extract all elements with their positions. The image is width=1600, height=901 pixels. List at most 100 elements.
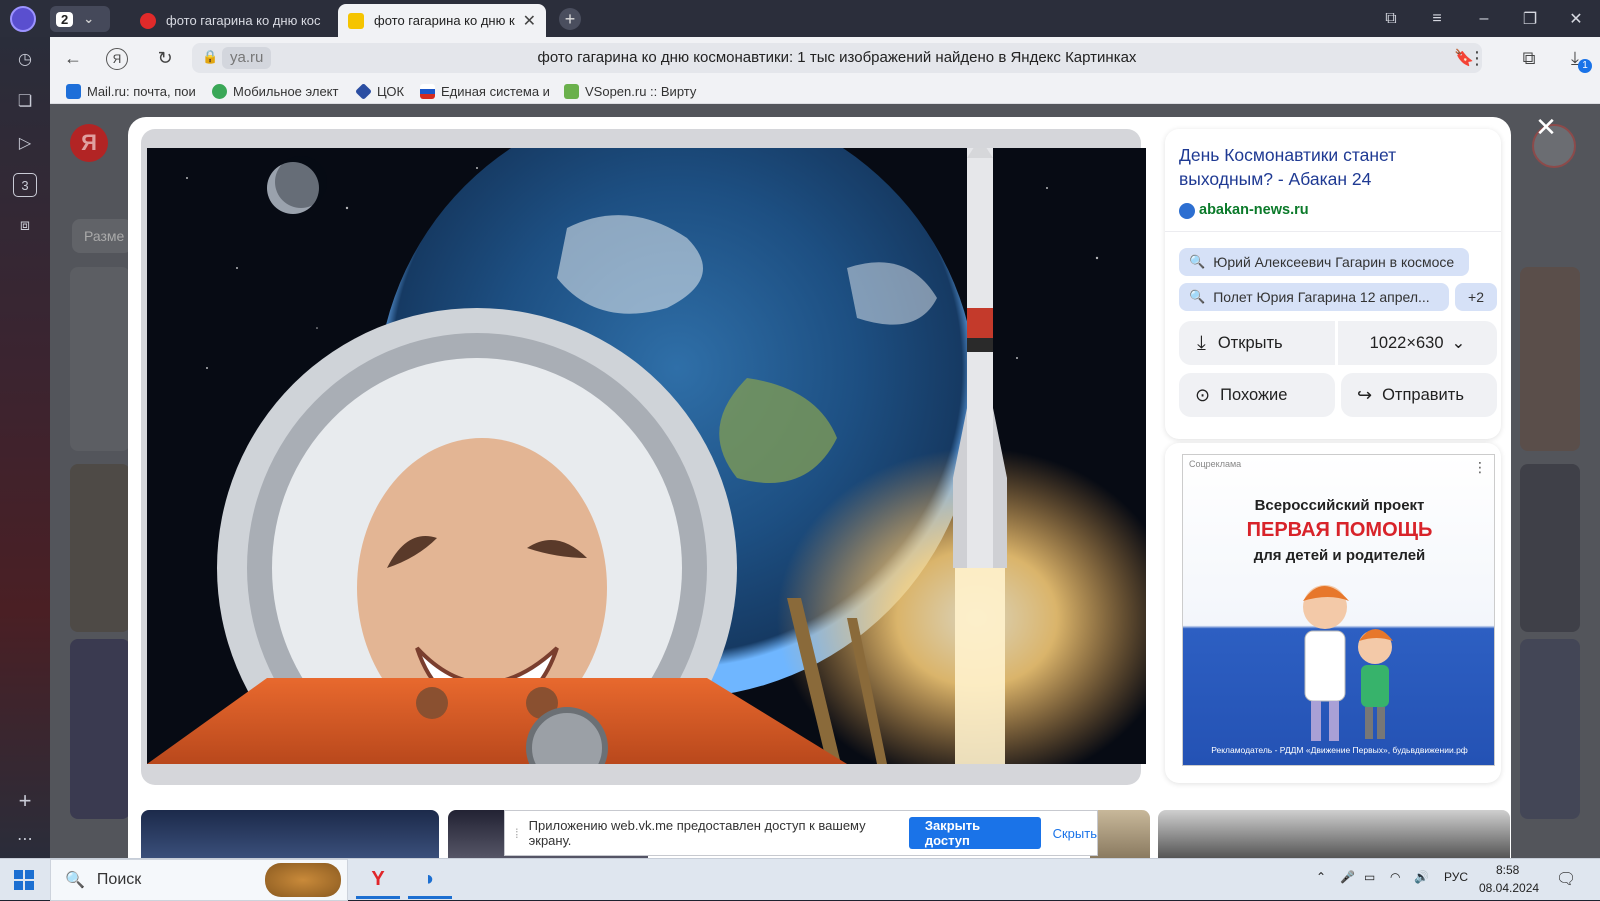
hide-notice-link[interactable]: Скрыть	[1053, 826, 1097, 841]
microphone-icon[interactable]: 🎤	[1340, 870, 1355, 884]
kebab-menu-icon[interactable]: ⋮	[1464, 46, 1490, 70]
back-icon[interactable]: ←	[60, 46, 86, 70]
yandex-tab-icon	[140, 12, 156, 29]
similar-button[interactable]: ⊙ Похожие	[1179, 373, 1335, 417]
language-indicator[interactable]: РУС	[1444, 870, 1468, 884]
image-viewer-modal: День Космонавтики станет выходным? - Аба…	[128, 117, 1511, 858]
menu-icon[interactable]: ≡	[1422, 6, 1452, 32]
close-tab-icon[interactable]: ✕	[523, 11, 536, 31]
profile-avatar[interactable]	[10, 6, 36, 32]
divider	[1165, 231, 1501, 232]
ad-menu-icon[interactable]: ⋮	[1473, 459, 1487, 476]
close-window-icon[interactable]: ✕	[1561, 6, 1591, 32]
browser-titlebar: 2 ⌄ фото гагарина ко дню кос фото гагари…	[0, 0, 1600, 37]
share-button[interactable]: ↪ Отправить	[1341, 373, 1497, 417]
bookmark-vsopen[interactable]: VSopen.ru :: Вирту	[564, 82, 698, 100]
tray-chevron-icon[interactable]: ⌃	[1316, 870, 1326, 884]
screenshot-icon[interactable]: ⧈	[13, 214, 37, 238]
stop-sharing-button[interactable]: Закрыть доступ	[908, 817, 1041, 849]
related-thumb[interactable]	[1090, 810, 1150, 858]
mailru-icon	[66, 83, 81, 99]
windows-taskbar: 🔍 Поиск Y ◗ ⌃ 🎤 ▭ ◠ 🔊 РУС 8:58 08.04.202…	[0, 858, 1600, 901]
size-dropdown[interactable]: 1022×630 ⌄	[1338, 321, 1497, 365]
clock-date[interactable]: 08.04.2024	[1479, 881, 1539, 895]
tab-2[interactable]: фото гагарина ко дню к ✕	[338, 4, 546, 37]
bookmark-mobile[interactable]: Мобильное элект	[212, 82, 346, 100]
search-icon: 🔍	[65, 872, 85, 889]
ad-card: Соцреклама ⋮ Всероссийский проект ПЕРВАЯ…	[1165, 443, 1501, 783]
tab-title: фото гагарина ко дню кос	[166, 13, 321, 28]
new-tab-button[interactable]: +	[559, 8, 581, 30]
history-icon[interactable]: ◷	[13, 47, 37, 71]
related-thumb[interactable]	[141, 810, 439, 858]
battery-icon[interactable]: ▭	[1364, 870, 1375, 884]
tab-count: 2	[56, 11, 74, 27]
address-bar[interactable]: 🔒 ya.ru фото гагарина ко дню космонавтик…	[192, 43, 1482, 73]
tsok-icon	[356, 82, 372, 100]
minimize-icon[interactable]: –	[1469, 6, 1499, 32]
download-icon: ⤓	[1197, 331, 1206, 354]
reload-icon[interactable]: ↻	[152, 46, 178, 70]
share-notice-text: Приложению web.vk.me предоставлен доступ…	[528, 818, 866, 848]
result-thumb[interactable]	[70, 464, 130, 632]
notifications-icon[interactable]: 🗨	[1556, 869, 1576, 889]
yandex-logo[interactable]: Я	[70, 124, 108, 162]
filter-size-button[interactable]: Разме	[72, 219, 132, 253]
close-viewer-icon[interactable]: ✕	[1531, 112, 1561, 142]
badge-3-icon[interactable]: 3	[13, 173, 37, 197]
yandex-browser-taskbar-icon[interactable]: Y	[356, 863, 400, 899]
tabs-icon[interactable]: ❏	[13, 89, 37, 113]
wifi-icon[interactable]: ◠	[1390, 870, 1400, 884]
drag-handle-icon[interactable]: ⁞	[515, 826, 519, 841]
vsopen-icon	[564, 83, 579, 99]
extensions-icon[interactable]: ⧉	[1516, 46, 1542, 70]
chevron-down-icon: ⌄	[83, 11, 95, 26]
page-title: фото гагарина ко дню космонавтики: 1 тыс…	[537, 49, 1137, 66]
source-title-link[interactable]: День Космонавтики станет выходным? - Аба…	[1179, 143, 1489, 191]
search-icon: 🔍	[1189, 254, 1206, 269]
play-icon[interactable]: ▷	[13, 131, 37, 155]
bookmark-unified-system[interactable]: Единая система и	[420, 82, 554, 100]
volume-icon[interactable]: 🔊	[1414, 870, 1429, 884]
images-tab-icon	[348, 12, 364, 29]
restore-icon[interactable]: ❐	[1515, 6, 1545, 32]
ad-line2: ПЕРВАЯ ПОМОЩЬ	[1246, 519, 1433, 541]
bookmarks-bar: Mail.ru: почта, пои Мобильное элект ЦОК …	[50, 78, 1600, 104]
open-button[interactable]: ⤓ Открыть	[1179, 321, 1335, 365]
share-arrow-icon: ↪	[1357, 384, 1373, 405]
tag-chip[interactable]: 🔍 Юрий Алексеевич Гагарин в космосе	[1179, 248, 1469, 276]
more-tags-chip[interactable]: +2	[1455, 283, 1497, 311]
clock-time[interactable]: 8:58	[1496, 863, 1519, 877]
result-thumb[interactable]	[1520, 267, 1580, 451]
app-taskbar-icon[interactable]: ◗	[408, 863, 452, 899]
ad-tag: Соцреклама	[1189, 459, 1242, 469]
tag-chip[interactable]: 🔍 Полет Юрия Гагарина 12 апрел...	[1179, 283, 1449, 311]
related-thumb[interactable]	[1158, 810, 1510, 858]
windows-start-icon[interactable]	[14, 870, 34, 890]
ad-line1: Всероссийский проект	[1254, 497, 1425, 514]
add-panel-icon[interactable]: +	[13, 788, 37, 813]
more-icon[interactable]: ⋯	[13, 827, 37, 851]
collections-icon[interactable]: ⧉	[1376, 6, 1406, 32]
result-thumb[interactable]	[70, 267, 130, 451]
badge-3-label: 3	[21, 177, 29, 193]
source-domain-link[interactable]: abakan-news.ru	[1199, 202, 1309, 218]
result-thumb[interactable]	[1520, 464, 1580, 632]
ad-illustration	[1293, 577, 1403, 745]
tab-title: фото гагарина ко дню к	[374, 13, 515, 28]
ad-banner[interactable]: Соцреклама ⋮ Всероссийский проект ПЕРВАЯ…	[1182, 454, 1495, 766]
screen-share-notice: ⁞ Приложению web.vk.me предоставлен дост…	[504, 810, 1098, 856]
taskbar-search[interactable]: 🔍 Поиск	[50, 859, 348, 901]
gagarin-poster-illustration	[147, 148, 1146, 764]
tab-1[interactable]: фото гагарина ко дню кос	[130, 4, 338, 37]
result-thumb[interactable]	[70, 639, 130, 819]
address-toolbar: ← Я ↻ 🔒 ya.ru фото гагарина ко дню космо…	[50, 37, 1600, 78]
bookmark-mailru[interactable]: Mail.ru: почта, пои	[66, 82, 198, 100]
download-badge: 1	[1578, 59, 1592, 73]
gagarin-image[interactable]	[147, 148, 1146, 764]
yandex-home-icon[interactable]: Я	[106, 48, 128, 70]
result-thumb[interactable]	[1520, 639, 1580, 819]
tab-counter-button[interactable]: 2 ⌄	[50, 6, 110, 32]
bookmark-tsok[interactable]: ЦОК	[356, 82, 412, 100]
camera-search-icon: ⊙	[1195, 384, 1211, 405]
